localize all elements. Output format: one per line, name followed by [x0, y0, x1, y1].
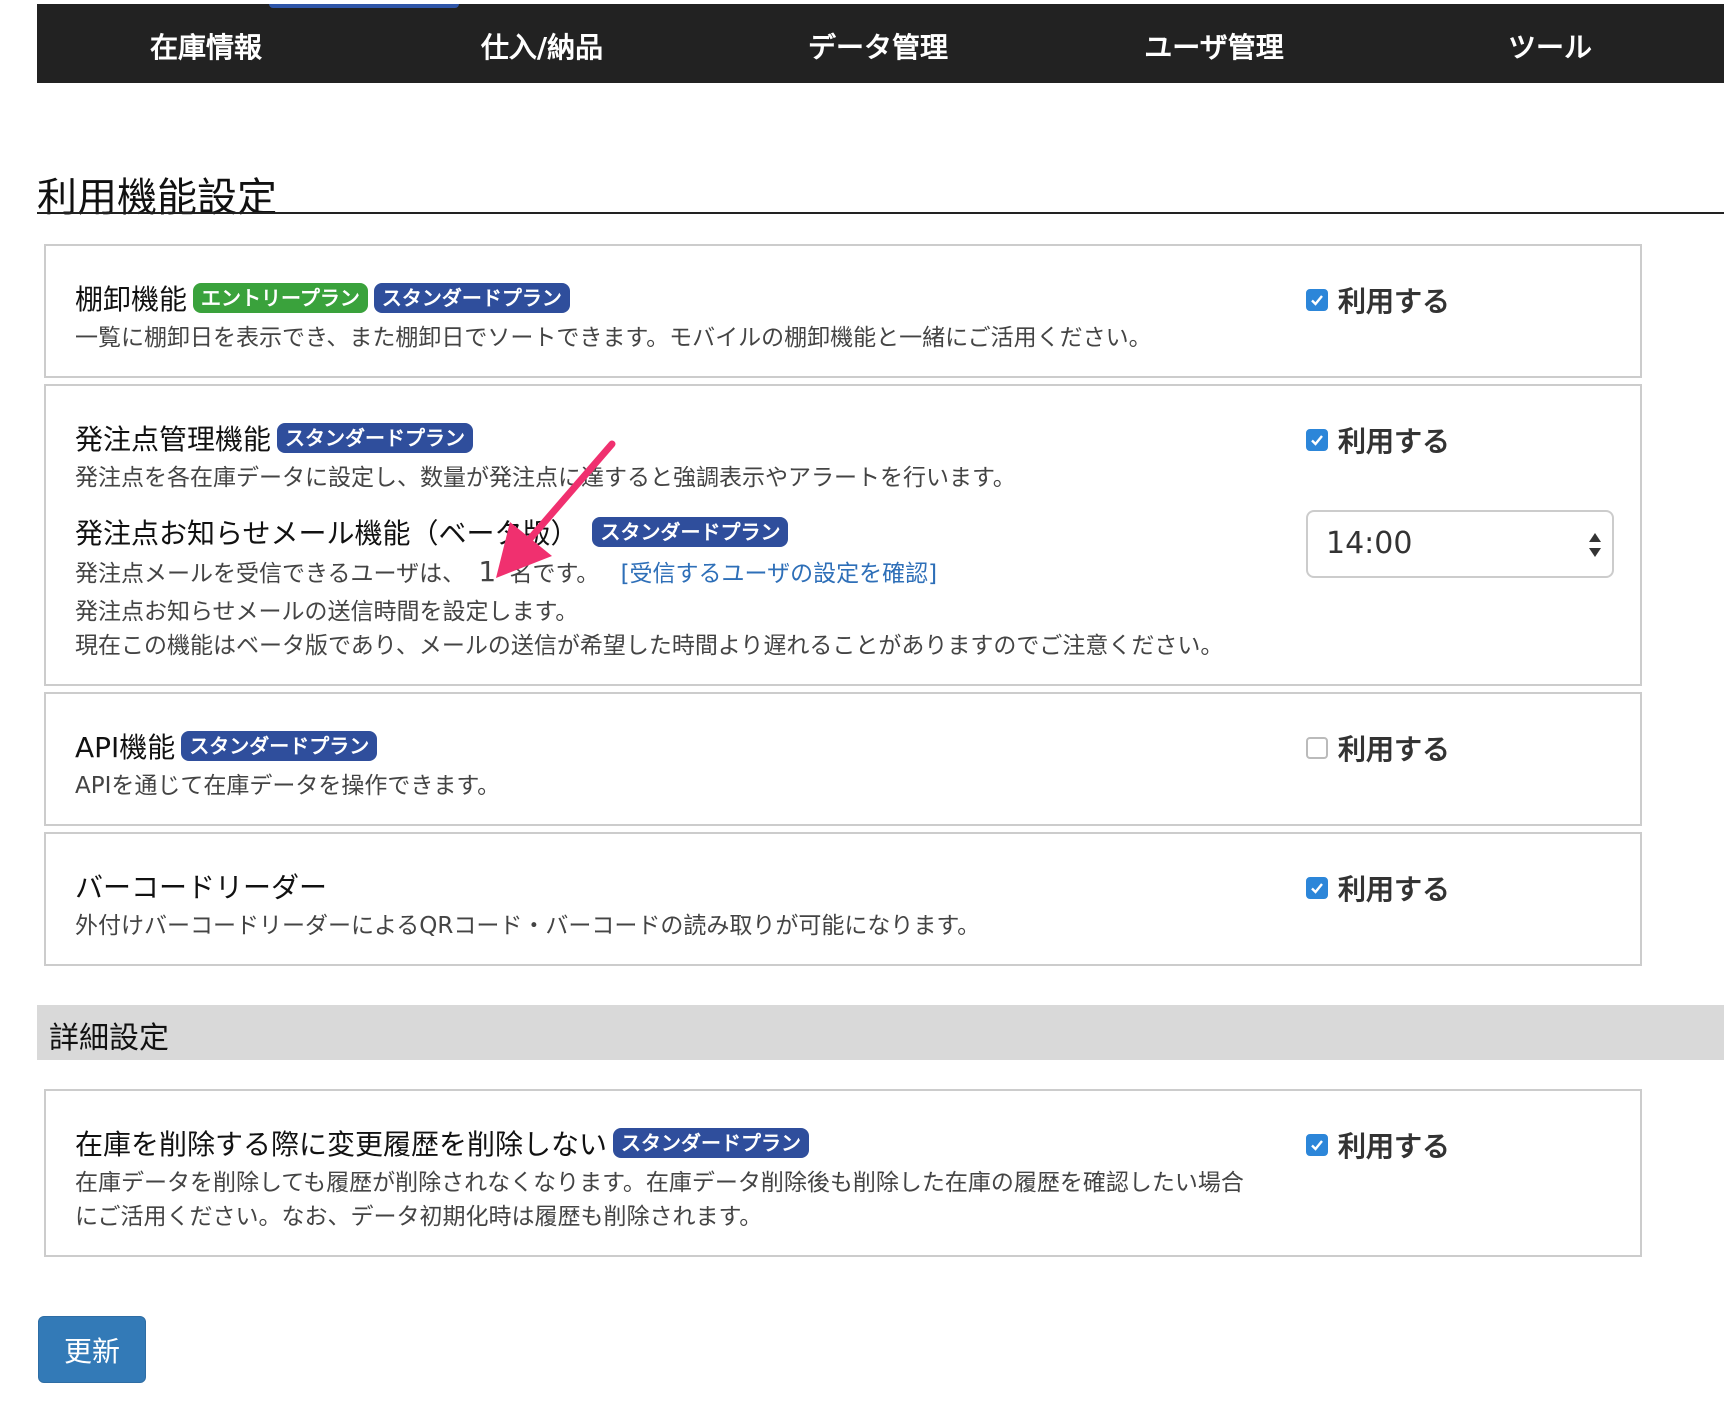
use-checkbox-reorder-point[interactable]: 利用する	[1306, 420, 1450, 460]
recipients-prefix: 発注点メールを受信できるユーザは、	[75, 561, 466, 587]
sub-feature-title-row: 発注点お知らせメール機能（ベータ版） スタンダードプラン	[75, 512, 789, 552]
feature-title: バーコードリーダー	[75, 871, 328, 904]
use-checkbox-barcode-reader[interactable]: 利用する	[1306, 868, 1450, 908]
plan-badge-standard: スタンダードプラン	[181, 731, 378, 761]
nav-item-inventory[interactable]: 在庫情報	[150, 4, 262, 83]
feature-title-row: バーコードリーダー	[75, 866, 327, 906]
page-title: 利用機能設定	[37, 175, 277, 221]
feature-title: API機能	[75, 731, 176, 764]
feature-card-barcode-reader: バーコードリーダー 外付けバーコードリーダーによるQRコード・バーコードの読み取…	[44, 832, 1642, 966]
use-checkbox-api[interactable]: 利用する	[1306, 728, 1450, 768]
use-label: 利用する	[1338, 1130, 1451, 1163]
feature-title: 棚卸機能	[75, 283, 188, 316]
feature-description-line2: にご活用ください。なお、データ初期化時は履歴も削除されます。	[75, 1204, 763, 1230]
checkbox-icon[interactable]	[1306, 429, 1328, 451]
plan-badge-standard: スタンダードプラン	[592, 517, 789, 547]
mail-time-description: 発注点お知らせメールの送信時間を設定します。	[75, 599, 579, 625]
feature-description: APIを通じて在庫データを操作できます。	[75, 773, 501, 799]
title-divider	[37, 212, 1724, 214]
plan-badge-standard: スタンダードプラン	[277, 423, 474, 453]
plan-badge-entry: エントリープラン	[193, 283, 368, 313]
plan-badge-standard: スタンダードプラン	[613, 1128, 810, 1158]
checkbox-icon[interactable]	[1306, 737, 1328, 759]
feature-title: 在庫を削除する際に変更履歴を削除しない	[75, 1128, 608, 1161]
send-time-select[interactable]: 14:00	[1306, 510, 1614, 578]
use-checkbox-keep-history[interactable]: 利用する	[1306, 1125, 1450, 1165]
feature-description-line1: 在庫データを削除しても履歴が削除されなくなります。在庫データ削除後も削除した在庫…	[75, 1170, 1244, 1196]
nav-accent-bar	[269, 4, 459, 8]
nav-item-tools[interactable]: ツール	[1508, 4, 1592, 83]
beta-notice: 現在この機能はベータ版であり、メールの送信が希望した時間より遅れることがあります…	[75, 633, 1224, 659]
update-button[interactable]: 更新	[38, 1316, 146, 1383]
section-title: 詳細設定	[49, 1021, 169, 1056]
feature-title-row: 棚卸機能 エントリープラン スタンダードプラン	[75, 278, 570, 318]
nav-item-data-management[interactable]: データ管理	[808, 4, 948, 83]
feature-card-reorder-point: 発注点管理機能 スタンダードプラン 発注点を各在庫データに設定し、数量が発注点に…	[44, 384, 1642, 686]
check-recipients-link[interactable]: [受信するユーザの設定を確認]	[621, 561, 938, 587]
use-checkbox-stocktake[interactable]: 利用する	[1306, 280, 1450, 320]
detail-settings-header: 詳細設定	[37, 1005, 1724, 1060]
use-label: 利用する	[1338, 873, 1451, 906]
checkbox-icon[interactable]	[1306, 877, 1328, 899]
feature-title: 発注点管理機能	[75, 423, 272, 456]
annotation-arrow-icon	[496, 440, 616, 578]
feature-description: 外付けバーコードリーダーによるQRコード・バーコードの読み取りが可能になります。	[75, 913, 981, 939]
feature-card-api: API機能 スタンダードプラン APIを通じて在庫データを操作できます。 利用す…	[44, 692, 1642, 826]
use-label: 利用する	[1338, 285, 1451, 318]
use-label: 利用する	[1338, 425, 1451, 458]
nav-item-purchase[interactable]: 仕入/納品	[481, 4, 603, 83]
nav-item-user-management[interactable]: ユーザ管理	[1144, 4, 1283, 83]
top-navbar: 在庫情報 仕入/納品 データ管理 ユーザ管理 ツール	[37, 4, 1724, 83]
feature-card-stocktake: 棚卸機能 エントリープラン スタンダードプラン 一覧に棚卸日を表示でき、また棚卸…	[44, 244, 1642, 378]
checkbox-icon[interactable]	[1306, 289, 1328, 311]
send-time-value: 14:00	[1326, 526, 1413, 561]
use-label: 利用する	[1338, 733, 1451, 766]
feature-card-keep-history: 在庫を削除する際に変更履歴を削除しない スタンダードプラン 在庫データを削除して…	[44, 1089, 1642, 1257]
plan-badge-standard: スタンダードプラン	[373, 283, 570, 313]
checkbox-icon[interactable]	[1306, 1134, 1328, 1156]
feature-title-row: 発注点管理機能 スタンダードプラン	[75, 418, 474, 458]
feature-title-row: API機能 スタンダードプラン	[75, 726, 378, 766]
feature-description: 一覧に棚卸日を表示でき、また棚卸日でソートできます。モバイルの棚卸機能と一緒にご…	[75, 325, 1152, 351]
feature-title-row: 在庫を削除する際に変更履歴を削除しない スタンダードプラン	[75, 1123, 810, 1163]
select-arrows-icon	[1589, 533, 1601, 557]
